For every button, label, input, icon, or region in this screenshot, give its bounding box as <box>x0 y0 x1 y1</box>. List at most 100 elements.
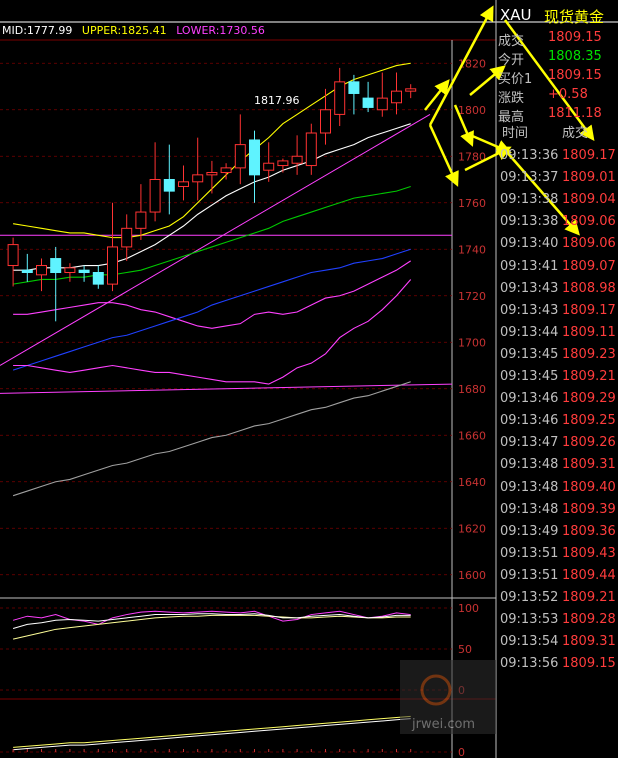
quote-value: 1811.18 <box>548 106 602 121</box>
watermark: jrwei.com <box>400 660 496 734</box>
tick-price: 1809.17 <box>562 148 616 163</box>
tick-row: 09:13:38 1809.04 <box>496 192 618 214</box>
candle-down <box>78 269 90 273</box>
tick-price: 1809.06 <box>562 236 616 252</box>
y-tick-label: 1800 <box>458 104 486 117</box>
tick-time: 09:13:38 <box>500 214 559 230</box>
tick-time: 09:13:38 <box>500 192 559 208</box>
tick-row: 09:13:47 1809.26 <box>496 435 618 457</box>
candle-up <box>149 179 161 213</box>
y-tick-label: 1640 <box>458 476 486 489</box>
tick-time: 09:13:46 <box>500 391 559 407</box>
candle-up <box>305 132 317 167</box>
tick-time: 09:13:40 <box>500 236 559 252</box>
tick-price: 1808.98 <box>562 280 616 296</box>
quote-row: 成交 1809.15 <box>496 30 618 49</box>
tick-time: 09:13:48 <box>500 479 559 495</box>
tick-price: 1809.25 <box>562 413 616 429</box>
tick-row: 09:13:56 1809.15 <box>496 656 618 678</box>
quote-value: 1809.15 <box>548 68 602 83</box>
tick-row: 09:13:46 1809.25 <box>496 413 618 435</box>
tick-time: 09:13:41 <box>500 258 559 274</box>
candle-down <box>92 272 104 285</box>
tick-price: 1809.31 <box>562 634 616 650</box>
candle-down <box>362 97 374 108</box>
mid-value: MID:1777.99 <box>2 24 73 37</box>
tick-price: 1809.43 <box>562 545 616 561</box>
y-tick-label: 1660 <box>458 429 486 442</box>
candle-down <box>249 139 260 176</box>
quote-row: 涨跌 +0.58 <box>496 87 618 106</box>
tick-price: 1809.17 <box>562 302 616 318</box>
candle-up <box>121 227 133 248</box>
symbol: XAU <box>500 6 532 24</box>
candle-down <box>21 269 33 273</box>
candle-up <box>7 244 19 267</box>
bollinger-header: MID:1777.99 UPPER:1825.41 LOWER:1730.56 <box>2 24 271 37</box>
y-tick-label: 1720 <box>458 290 486 303</box>
col-time-header: 时间 <box>502 126 529 141</box>
tick-row: 09:13:45 1809.21 <box>496 369 618 391</box>
quote-label: 今开 <box>498 53 525 68</box>
watermark-text: jrwei.com <box>411 717 475 732</box>
candle-down <box>50 258 62 273</box>
tick-price: 1809.06 <box>562 214 616 230</box>
tick-time: 09:13:43 <box>500 280 559 296</box>
tick-row: 09:13:41 1809.07 <box>496 259 618 281</box>
tick-price: 1809.40 <box>562 479 616 495</box>
lower-value: LOWER:1730.56 <box>176 24 265 37</box>
tick-time: 09:13:47 <box>500 435 559 451</box>
tick-row: 09:13:51 1809.43 <box>496 546 618 568</box>
quote-label: 买价1 <box>498 72 533 87</box>
tick-row: 09:13:51 1809.44 <box>496 568 618 590</box>
tick-price: 1809.39 <box>562 501 616 517</box>
tick-time: 09:13:51 <box>500 567 559 583</box>
tick-time: 09:13:48 <box>500 501 559 517</box>
tick-row: 09:13:54 1809.31 <box>496 634 618 656</box>
tick-row: 09:13:49 1809.36 <box>496 524 618 546</box>
candle-up <box>263 162 275 171</box>
candle-up <box>391 90 402 104</box>
instrument-name: 现货黄金 <box>544 8 605 26</box>
tick-time: 09:13:46 <box>500 413 559 429</box>
candle-down <box>348 81 360 94</box>
tick-time: 09:13:36 <box>500 148 559 163</box>
tick-time: 09:13:48 <box>500 457 559 473</box>
candle-up <box>64 267 76 274</box>
tick-price: 1809.07 <box>562 258 616 274</box>
candle-up <box>234 144 246 169</box>
candle-up <box>220 167 232 174</box>
quote-value: 1809.15 <box>548 30 602 45</box>
tick-time: 09:13:56 <box>500 656 559 672</box>
tick-price: 1809.23 <box>562 346 616 362</box>
tick-time: 09:13:37 <box>500 170 559 186</box>
tick-price: 1809.26 <box>562 435 616 451</box>
candle-up <box>277 160 289 167</box>
quote-panel: XAU 现货黄金 成交 1809.15 今开 1808.35 买价1 1809.15 涨跌 +… <box>496 0 618 758</box>
candle-up <box>107 246 118 285</box>
indicator-tick: 100 <box>458 602 479 615</box>
indicator-tick: 0 <box>458 746 465 758</box>
tick-price: 1809.21 <box>562 590 616 605</box>
tick-time: 09:13:51 <box>500 545 559 561</box>
tick-row: 09:13:40 1809.06 <box>496 236 618 258</box>
tick-time: 09:13:54 <box>500 634 559 650</box>
tick-price: 1809.04 <box>562 192 616 208</box>
candle-up <box>135 211 147 229</box>
tick-price: 1809.01 <box>562 170 616 186</box>
y-tick-label: 1740 <box>458 243 486 256</box>
tick-row: 09:13:37 1809.01 <box>496 170 618 192</box>
tick-price: 1809.21 <box>562 369 616 384</box>
tick-row: 09:13:43 1808.98 <box>496 281 618 303</box>
indicator-tick: 50 <box>458 643 472 656</box>
tick-time: 09:13:45 <box>500 346 559 362</box>
y-tick-label: 1600 <box>458 569 486 582</box>
tick-price: 1809.36 <box>562 523 616 539</box>
quote-value: +0.58 <box>548 87 588 102</box>
quote-label: 成交 <box>498 34 525 49</box>
candle-up <box>192 174 204 183</box>
tick-time: 09:13:53 <box>500 612 559 628</box>
upper-value: UPPER:1825.41 <box>81 24 167 37</box>
y-tick-label: 1620 <box>458 522 486 535</box>
tick-price: 1809.29 <box>562 391 616 407</box>
